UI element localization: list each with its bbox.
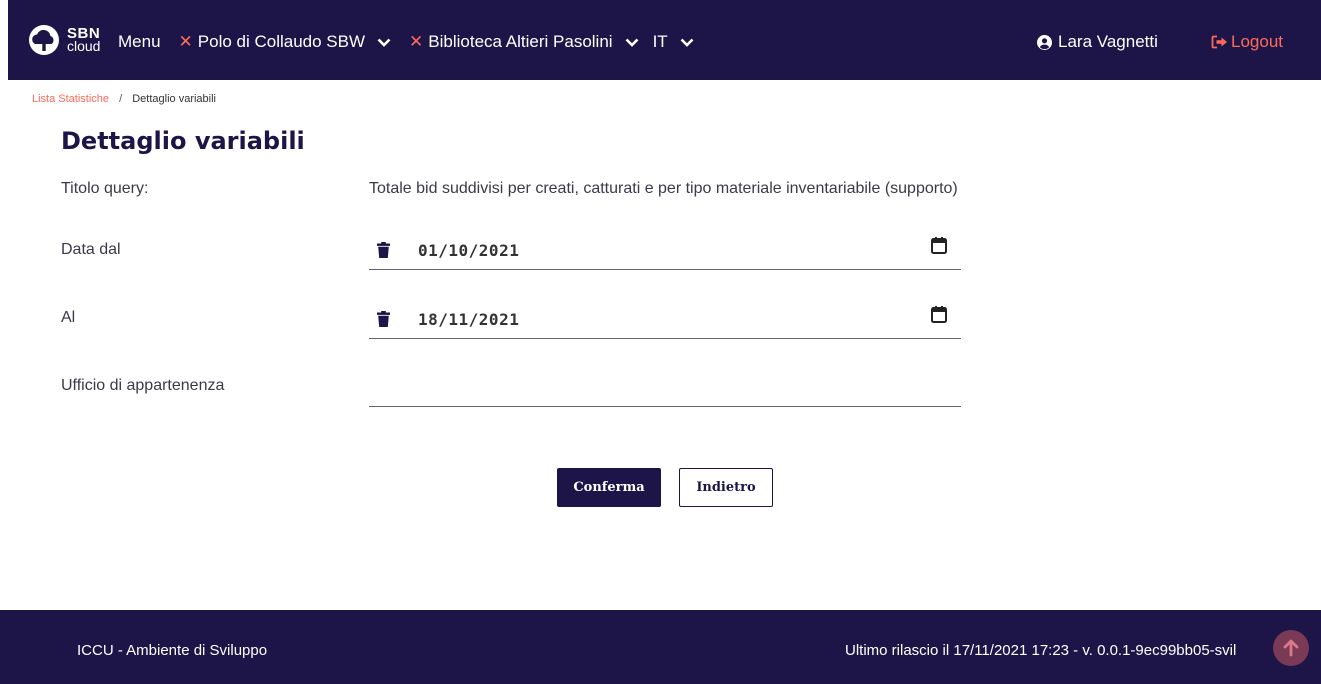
footer-release-info: Ultimo rilascio il 17/11/2021 17:23 - v.… <box>845 642 1237 659</box>
al-value[interactable]: 18/11/2021 <box>418 310 519 329</box>
arrow-up-icon <box>1283 639 1299 657</box>
calendar-icon[interactable] <box>931 306 947 323</box>
logo-line-2: cloud <box>67 38 101 54</box>
close-icon[interactable]: ✕ <box>179 32 193 52</box>
biblioteca-selector[interactable]: ✕ Biblioteca Altieri Pasolini <box>409 32 639 52</box>
chevron-down-icon <box>680 38 694 47</box>
breadcrumb-separator: / <box>119 93 123 105</box>
sbn-cloud-logo[interactable]: SBN cloud <box>24 24 100 56</box>
sign-out-icon <box>1211 35 1227 49</box>
logo-text: SBN cloud <box>67 26 101 54</box>
ufficio-input[interactable] <box>369 368 961 407</box>
al-field[interactable]: 18/11/2021 <box>369 299 961 339</box>
footer: ICCU - Ambiente di Sviluppo Ultimo rilas… <box>0 610 1321 684</box>
top-navbar: SBN cloud Menu ✕ Polo di Collaudo SBW ✕ … <box>0 0 1321 80</box>
breadcrumb-current: Dettaglio variabili <box>132 93 216 105</box>
data-dal-label: Data dal <box>61 241 121 258</box>
menu-button[interactable]: Menu <box>118 32 161 52</box>
titolo-query-value: Totale bid suddivisi per creati, cattura… <box>369 180 958 197</box>
language-label: IT <box>652 32 668 51</box>
data-dal-value[interactable]: 01/10/2021 <box>418 241 519 260</box>
main-nav: Menu ✕ Polo di Collaudo SBW ✕ Biblioteca… <box>118 32 694 52</box>
polo-label: Polo di Collaudo SBW <box>197 32 366 51</box>
navbar-edge <box>0 0 8 80</box>
calendar-icon[interactable] <box>931 237 947 254</box>
conferma-button[interactable]: Conferma <box>557 468 661 507</box>
trash-icon[interactable] <box>377 311 390 327</box>
trash-icon[interactable] <box>377 242 390 258</box>
indietro-button[interactable]: Indietro <box>679 468 773 507</box>
chevron-down-icon <box>625 38 638 47</box>
user-menu[interactable]: Lara Vagnetti <box>1037 32 1158 52</box>
user-name: Lara Vagnetti <box>1058 32 1158 51</box>
polo-selector[interactable]: ✕ Polo di Collaudo SBW <box>179 32 392 52</box>
chevron-down-icon <box>377 38 391 47</box>
biblioteca-label: Biblioteca Altieri Pasolini <box>428 32 613 51</box>
titolo-query-label: Titolo query: <box>61 180 149 197</box>
ufficio-label: Ufficio di appartenenza <box>61 377 225 394</box>
al-label: Al <box>61 309 76 326</box>
data-dal-field[interactable]: 01/10/2021 <box>369 230 961 270</box>
user-circle-icon <box>1037 34 1052 50</box>
scroll-to-top-button[interactable] <box>1273 630 1309 666</box>
footer-environment: ICCU - Ambiente di Sviluppo <box>77 642 268 659</box>
cloud-logo-icon <box>24 24 64 56</box>
page-title: Dettaglio variabili <box>61 127 305 155</box>
breadcrumb: Lista Statistiche / Dettaglio variabili <box>32 93 216 105</box>
logout-label: Logout <box>1231 32 1283 51</box>
logout-button[interactable]: Logout <box>1211 32 1283 52</box>
language-selector[interactable]: IT <box>653 32 694 52</box>
close-icon[interactable]: ✕ <box>409 32 423 52</box>
breadcrumb-link-lista-statistiche[interactable]: Lista Statistiche <box>32 93 109 105</box>
